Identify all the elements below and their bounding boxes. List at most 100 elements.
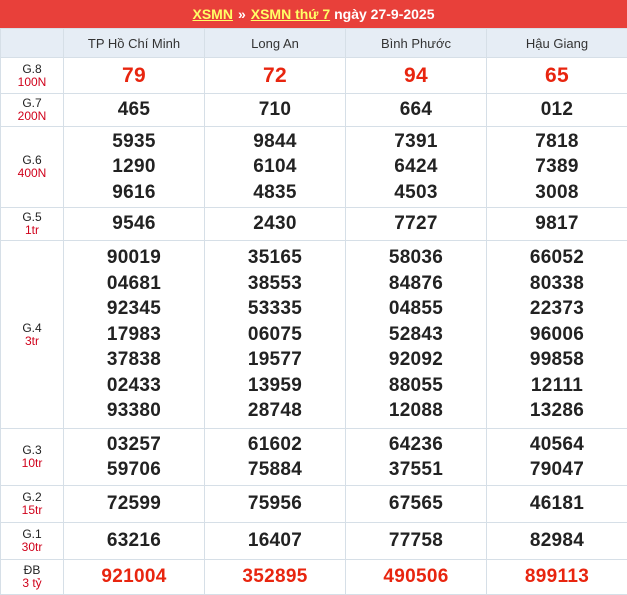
result-number: 16407	[248, 528, 302, 554]
result-number: 7727	[394, 211, 437, 237]
result-number: 53335	[248, 296, 302, 322]
result-number: 93380	[107, 398, 161, 424]
result-number: 7818	[535, 129, 578, 155]
result-cell: 9546	[64, 208, 205, 241]
result-number: 9844	[253, 129, 296, 155]
result-cell: 72	[205, 58, 346, 94]
result-cell: 94	[346, 58, 487, 94]
prize-column-header	[1, 29, 64, 58]
result-number: 6424	[394, 154, 437, 180]
result-number: 12088	[389, 398, 443, 424]
result-number: 59706	[107, 457, 161, 483]
breadcrumb-separator: »	[238, 6, 246, 22]
result-cell: 82984	[487, 523, 627, 560]
prize-amount: 100N	[1, 76, 63, 89]
xsmn-weekday-link[interactable]: XSMN thứ 7	[251, 6, 330, 22]
result-number: 92345	[107, 296, 161, 322]
results-panel: XSMN » XSMN thứ 7 ngày 27-9-2025 TP Hồ C…	[0, 0, 627, 595]
result-cell: 77758	[346, 523, 487, 560]
result-cell: 352895	[205, 560, 346, 595]
province-header[interactable]: Hậu Giang	[487, 29, 627, 58]
result-number: 6104	[253, 154, 296, 180]
result-number: 465	[118, 97, 151, 123]
result-cell: 899113	[487, 560, 627, 595]
result-cell: 6160275884	[205, 429, 346, 486]
result-cell: 58036848760485552843920928805512088	[346, 241, 487, 429]
province-header[interactable]: TP Hồ Chí Minh	[64, 29, 205, 58]
prize-row: G.6400N593512909616984461044835739164244…	[1, 127, 627, 208]
xsmn-link[interactable]: XSMN	[192, 6, 232, 22]
result-number: 37838	[107, 347, 161, 373]
result-cell: 35165385535333506075195771395928748	[205, 241, 346, 429]
result-number: 13959	[248, 373, 302, 399]
prize-row: G.215tr72599759566756546181	[1, 486, 627, 523]
result-number: 664	[400, 97, 433, 123]
prize-amount: 10tr	[1, 457, 63, 470]
result-number: 5935	[112, 129, 155, 155]
province-header[interactable]: Long An	[205, 29, 346, 58]
result-cell: 984461044835	[205, 127, 346, 208]
prize-label-cell: G.215tr	[1, 486, 64, 523]
result-number: 65	[545, 63, 569, 89]
result-number: 012	[541, 97, 574, 123]
result-number: 92092	[389, 347, 443, 373]
prize-amount: 3 tỷ	[1, 577, 63, 590]
result-number: 710	[259, 97, 292, 123]
result-number: 52843	[389, 322, 443, 348]
result-number: 66052	[530, 245, 584, 271]
result-number: 02433	[107, 373, 161, 399]
result-cell: 65	[487, 58, 627, 94]
result-number: 7389	[535, 154, 578, 180]
result-number: 06075	[248, 322, 302, 348]
result-number: 94	[404, 63, 428, 89]
prize-amount: 400N	[1, 167, 63, 180]
results-table: TP Hồ Chí Minh Long An Bình Phước Hậu Gi…	[0, 28, 627, 595]
result-number: 22373	[530, 296, 584, 322]
result-cell: 63216	[64, 523, 205, 560]
result-number: 03257	[107, 432, 161, 458]
prize-row: G.310tr032575970661602758846423637551405…	[1, 429, 627, 486]
result-cell: 6423637551	[346, 429, 487, 486]
province-header[interactable]: Bình Phước	[346, 29, 487, 58]
prize-row: G.8100N 79 72 94 65	[1, 58, 627, 94]
result-cell: 7727	[346, 208, 487, 241]
result-number: 4835	[253, 180, 296, 206]
result-number: 7391	[394, 129, 437, 155]
special-prize-number: 921004	[101, 564, 166, 590]
prize-amount: 30tr	[1, 541, 63, 554]
prize-amount: 3tr	[1, 335, 63, 348]
result-cell: 9817	[487, 208, 627, 241]
result-cell: 4056479047	[487, 429, 627, 486]
result-cell: 75956	[205, 486, 346, 523]
prize-label-cell: G.8100N	[1, 58, 64, 94]
result-cell: 0325759706	[64, 429, 205, 486]
result-number: 90019	[107, 245, 161, 271]
prize-label-cell: ĐB3 tỷ	[1, 560, 64, 595]
prize-label-cell: G.51tr	[1, 208, 64, 241]
prize-name: G.4	[1, 322, 63, 335]
results-title-bar: XSMN » XSMN thứ 7 ngày 27-9-2025	[0, 0, 627, 28]
prize-label-cell: G.43tr	[1, 241, 64, 429]
result-cell: 16407	[205, 523, 346, 560]
result-cell: 90019046819234517983378380243393380	[64, 241, 205, 429]
result-number: 72	[263, 63, 287, 89]
prize-row: ĐB3 tỷ921004352895490506899113	[1, 560, 627, 595]
prize-amount: 1tr	[1, 224, 63, 237]
special-prize-number: 899113	[525, 564, 589, 590]
result-number: 63216	[107, 528, 161, 554]
result-number: 88055	[389, 373, 443, 399]
result-number: 19577	[248, 347, 302, 373]
result-cell: 79	[64, 58, 205, 94]
result-number: 17983	[107, 322, 161, 348]
prize-row: G.7200N 465 710 664 012	[1, 94, 627, 127]
prize-label-cell: G.7200N	[1, 94, 64, 127]
result-cell: 781873893008	[487, 127, 627, 208]
prize-row: G.51tr95462430 7727 9817	[1, 208, 627, 241]
result-number: 04855	[389, 296, 443, 322]
result-number: 99858	[530, 347, 584, 373]
result-number: 58036	[389, 245, 443, 271]
result-number: 46181	[530, 491, 584, 517]
result-number: 79	[122, 63, 146, 89]
result-cell: 921004	[64, 560, 205, 595]
result-cell: 2430	[205, 208, 346, 241]
